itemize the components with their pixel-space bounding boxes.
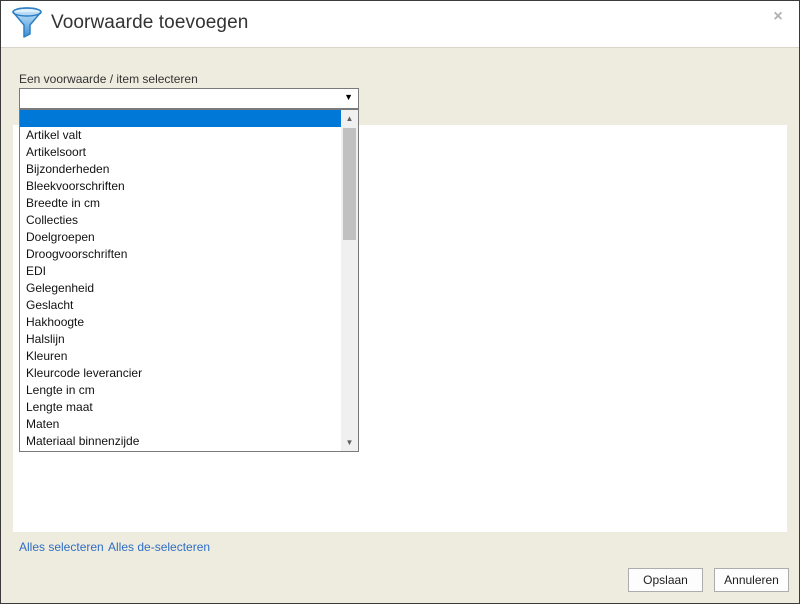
dropdown-item[interactable]: Bleekvoorschriften (20, 178, 342, 195)
dropdown-item[interactable]: Maten (20, 416, 342, 433)
condition-select[interactable]: ▼ (19, 88, 359, 109)
dropdown-item[interactable]: Lengte in cm (20, 382, 342, 399)
dialog-title: Voorwaarde toevoegen (51, 12, 249, 33)
condition-label: Een voorwaarde / item selecteren (19, 72, 198, 86)
dropdown-item[interactable] (20, 110, 342, 127)
condition-dropdown-list[interactable]: Artikel valt Artikelsoort Bijzonderheden Bl… (19, 109, 359, 452)
dropdown-scrollbar[interactable]: ▲ ▼ (341, 110, 358, 451)
cancel-button[interactable]: Annuleren (714, 568, 789, 592)
dropdown-item[interactable]: Kleurcode leverancier (20, 365, 342, 382)
select-all-link[interactable]: Alles selecteren (19, 540, 104, 554)
dropdown-item[interactable]: Geslacht (20, 297, 342, 314)
dialog: Voorwaarde toevoegen × Een voorwaarde / … (0, 0, 800, 604)
dropdown-item[interactable]: Artikel valt (20, 127, 342, 144)
dropdown-item[interactable]: Hakhoogte (20, 314, 342, 331)
close-button[interactable]: × (769, 8, 787, 26)
dropdown-item[interactable]: Collecties (20, 212, 342, 229)
dropdown-item[interactable]: Artikelsoort (20, 144, 342, 161)
scroll-down-arrow-icon[interactable]: ▼ (341, 434, 358, 451)
dropdown-item[interactable]: Doelgroepen (20, 229, 342, 246)
dropdown-item[interactable]: Droogvoorschriften (20, 246, 342, 263)
dropdown-item[interactable]: Gelegenheid (20, 280, 342, 297)
save-button[interactable]: Opslaan (628, 568, 703, 592)
dropdown-item[interactable]: Lengte maat (20, 399, 342, 416)
dropdown-items: Artikel valt Artikelsoort Bijzonderheden Bl… (20, 110, 342, 450)
dropdown-item[interactable]: Breedte in cm (20, 195, 342, 212)
dropdown-item[interactable]: Materiaal binnenzijde (20, 433, 342, 450)
scroll-up-arrow-icon[interactable]: ▲ (341, 110, 358, 127)
dropdown-item[interactable]: EDI (20, 263, 342, 280)
dropdown-item[interactable]: Bijzonderheden (20, 161, 342, 178)
dropdown-arrow-icon[interactable]: ▼ (344, 92, 353, 102)
filter-funnel-icon (11, 6, 43, 40)
deselect-all-link[interactable]: Alles de-selecteren (108, 540, 210, 554)
scroll-thumb[interactable] (343, 128, 356, 240)
dialog-titlebar: Voorwaarde toevoegen × (1, 1, 799, 48)
dropdown-item[interactable]: Halslijn (20, 331, 342, 348)
dropdown-item[interactable]: Kleuren (20, 348, 342, 365)
